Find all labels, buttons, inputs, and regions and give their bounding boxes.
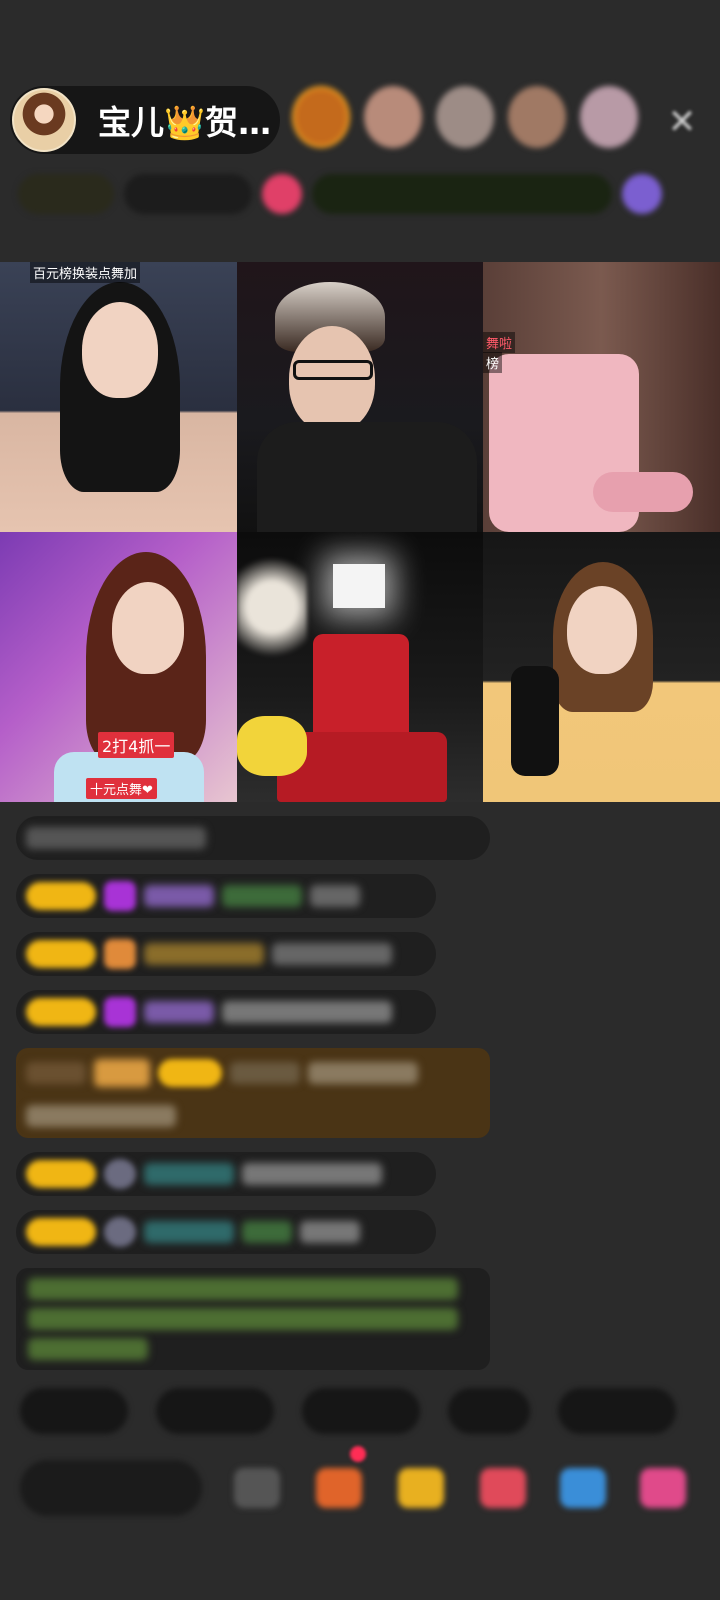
host-avatar[interactable]	[12, 88, 76, 152]
tile-caption: 百元榜换装点舞加	[30, 262, 141, 283]
chat-message[interactable]	[16, 1152, 436, 1196]
multi-guest-video-grid: 百元榜换装点舞加 舞啦 榜 2打4抓一 十元点舞❤	[0, 262, 720, 802]
fan-club-icon[interactable]	[480, 1468, 526, 1508]
viewer-avatar[interactable]	[580, 86, 638, 148]
chat-message[interactable]	[16, 1210, 436, 1254]
interaction-icon[interactable]	[560, 1468, 606, 1508]
red-packet-icon[interactable]	[316, 1468, 362, 1508]
chat-message[interactable]	[16, 816, 490, 860]
chat-message[interactable]	[16, 932, 436, 976]
video-tile[interactable]: 百元榜换装点舞加	[0, 262, 237, 532]
viewer-avatar[interactable]	[292, 86, 350, 148]
quick-reply-chip[interactable]	[558, 1388, 676, 1434]
tile-caption: 榜	[483, 352, 503, 373]
quick-reply-chip[interactable]	[448, 1388, 530, 1434]
video-tile[interactable]: 舞啦 榜	[483, 262, 720, 532]
bottom-toolbar	[20, 1446, 710, 1518]
video-tile[interactable]	[237, 532, 483, 802]
chat-message[interactable]	[16, 874, 436, 918]
quick-reply-row	[20, 1388, 676, 1434]
tile-badge: 2打4抓一	[98, 732, 175, 758]
level-badge	[158, 1059, 222, 1087]
info-chip[interactable]	[622, 174, 662, 214]
level-badge	[26, 940, 96, 968]
top-viewers-list	[292, 86, 638, 148]
user-avatar	[104, 1159, 136, 1189]
info-chip[interactable]	[18, 174, 114, 214]
host-name: 宝儿👑贺…	[98, 103, 272, 142]
info-chip[interactable]	[312, 174, 612, 214]
video-tile[interactable]	[483, 532, 720, 802]
info-chip[interactable]	[262, 174, 302, 214]
quick-reply-chip[interactable]	[20, 1388, 128, 1434]
viewer-avatar[interactable]	[508, 86, 566, 148]
tile-caption: 十元点舞❤	[86, 778, 157, 799]
chat-input[interactable]	[20, 1460, 202, 1516]
fan-heart-icon	[104, 997, 136, 1027]
room-info-row	[18, 170, 698, 218]
quick-reply-chip[interactable]	[302, 1388, 420, 1434]
video-tile[interactable]	[237, 262, 483, 532]
tile-caption: 舞啦	[483, 332, 516, 353]
host-info[interactable]: 宝儿👑贺…	[10, 86, 280, 154]
notification-dot	[350, 1446, 366, 1462]
chat-message-list	[16, 816, 490, 1370]
gift-box-icon[interactable]	[398, 1468, 444, 1508]
level-badge	[26, 998, 96, 1026]
quick-reply-chip[interactable]	[156, 1388, 274, 1434]
fan-heart-icon	[104, 939, 136, 969]
level-badge	[26, 1218, 96, 1246]
video-tile[interactable]: 2打4抓一 十元点舞❤	[0, 532, 237, 802]
user-avatar	[104, 1217, 136, 1247]
info-chip[interactable]	[124, 174, 252, 214]
chat-message-highlight[interactable]	[16, 1048, 490, 1138]
level-badge	[26, 1160, 96, 1188]
fan-heart-icon	[104, 881, 136, 911]
gift-icon[interactable]	[640, 1468, 686, 1508]
viewer-avatar[interactable]	[364, 86, 422, 148]
viewer-avatar[interactable]	[436, 86, 494, 148]
system-notice	[16, 1268, 490, 1370]
close-icon[interactable]: ✕	[664, 104, 700, 140]
emoji-icon[interactable]	[234, 1468, 280, 1508]
chat-message[interactable]	[16, 990, 436, 1034]
level-badge	[26, 882, 96, 910]
